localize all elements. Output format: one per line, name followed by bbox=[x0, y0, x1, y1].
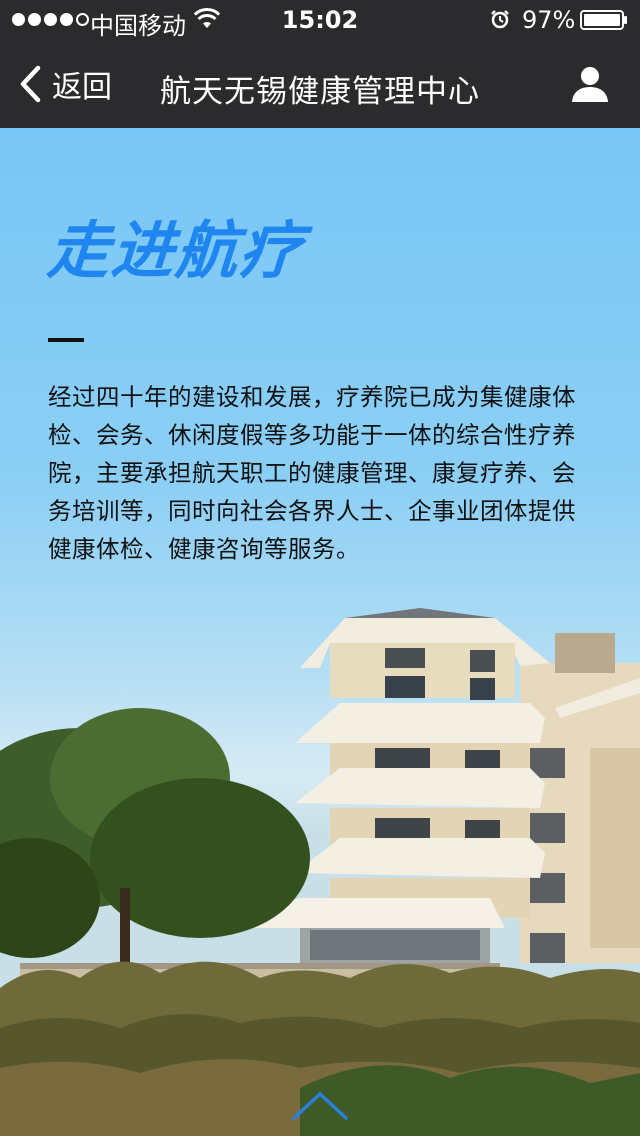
sanatorium-building-image bbox=[0, 608, 640, 1136]
nav-bar: 返回 航天无锡健康管理中心 bbox=[0, 40, 640, 128]
hero-title: 走进航疗 bbox=[45, 214, 307, 287]
battery-icon bbox=[580, 10, 627, 30]
back-button[interactable]: 返回 bbox=[18, 64, 112, 105]
hero-description: 经过四十年的建设和发展，疗养院已成为集健康体检、会务、休闲度假等多功能于一体的综… bbox=[48, 383, 576, 563]
status-bar: 中国移动 15:02 97% bbox=[0, 0, 640, 40]
chevron-up-icon[interactable] bbox=[288, 1088, 352, 1124]
battery-percent: 97% bbox=[522, 6, 576, 34]
alarm-clock-icon bbox=[491, 10, 509, 29]
user-icon[interactable] bbox=[570, 64, 610, 104]
page-title: 航天无锡健康管理中心 bbox=[160, 74, 480, 110]
back-label: 返回 bbox=[52, 70, 112, 105]
title-divider bbox=[48, 338, 84, 342]
hero-section: 走进航疗 经过四十年的建设和发展，疗养院已成为集健康体检、会务、休闲度假等多功能… bbox=[0, 128, 640, 1136]
chevron-left-icon bbox=[20, 65, 41, 103]
